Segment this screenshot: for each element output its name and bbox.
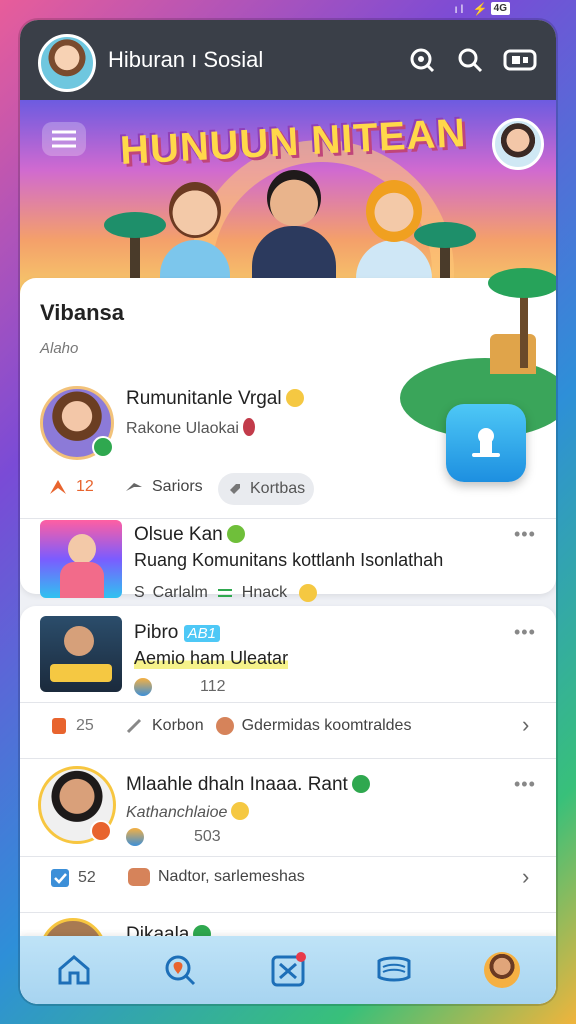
hero-banner: HUNUUN NITEAN bbox=[20, 100, 556, 300]
notification-badge bbox=[90, 820, 112, 842]
post-tag: AB1 bbox=[183, 625, 220, 642]
share-icon bbox=[126, 483, 142, 491]
more-options-icon[interactable]: ••• bbox=[514, 524, 536, 545]
games-icon[interactable] bbox=[268, 950, 308, 990]
person-emoji-icon bbox=[215, 717, 234, 735]
post-thumbnail[interactable] bbox=[40, 520, 122, 598]
meta-prefix: S bbox=[134, 584, 145, 601]
group-emoji-icon bbox=[128, 868, 150, 886]
emoji-icon bbox=[226, 525, 245, 543]
emoji-icon bbox=[242, 418, 255, 436]
app-logo-avatar[interactable] bbox=[38, 34, 96, 92]
create-post-button[interactable] bbox=[446, 404, 526, 482]
post-subtitle: Rakone Ulaokai bbox=[126, 420, 239, 437]
emoji-icon bbox=[231, 802, 250, 820]
emoji-icon bbox=[351, 775, 370, 793]
more-options-icon[interactable]: ••• bbox=[514, 622, 536, 643]
emoji-icon bbox=[285, 389, 304, 407]
menu-button[interactable] bbox=[42, 122, 86, 156]
post-author: Mlaahle dhaln Inaaa. Rant bbox=[126, 774, 348, 795]
post-meta: S Carlalm Hnack bbox=[134, 584, 318, 602]
video-icon[interactable] bbox=[502, 42, 538, 78]
verified-badge bbox=[92, 436, 114, 458]
chevron-right-icon[interactable]: › bbox=[522, 864, 529, 890]
like-count[interactable]: 12 bbox=[48, 478, 94, 496]
emoji-icon bbox=[299, 584, 318, 602]
post-thumbnail[interactable] bbox=[40, 616, 122, 692]
network-indicator: 4G bbox=[490, 2, 510, 15]
profile-avatar[interactable] bbox=[482, 950, 522, 990]
tag-chip[interactable]: Kortbas bbox=[218, 473, 314, 505]
target-icon[interactable] bbox=[404, 42, 440, 78]
divider bbox=[20, 518, 556, 519]
view-count: 503 bbox=[126, 828, 221, 846]
globe-icon bbox=[126, 828, 144, 846]
home-icon[interactable] bbox=[54, 950, 94, 990]
lines-icon bbox=[217, 589, 232, 597]
post-text: Ruang Komunitans kottlanh Isonlathah bbox=[134, 550, 444, 570]
globe-icon bbox=[134, 678, 152, 696]
app-title: Hiburan ı Sosial bbox=[108, 47, 264, 72]
tag-icon bbox=[230, 484, 240, 494]
like-count[interactable]: 25 bbox=[50, 716, 94, 736]
chevron-right-icon[interactable]: › bbox=[522, 712, 529, 738]
user-avatar[interactable] bbox=[492, 118, 544, 170]
app-screen: Hiburan ı Sosial HUNUUN NITEAN Vibansa A… bbox=[20, 20, 556, 1004]
divider bbox=[20, 912, 556, 913]
link-row[interactable]: Korbon Gdermidas koomtraldes bbox=[124, 716, 411, 736]
section-title: Vibansa bbox=[40, 300, 124, 325]
view-count: 112 bbox=[134, 678, 226, 696]
post-author: Rumunitanle Vrgal bbox=[126, 388, 282, 409]
like-count[interactable]: 52 bbox=[50, 868, 96, 888]
banner-title: HUNUUN NITEAN bbox=[119, 110, 468, 174]
more-options-icon[interactable]: ••• bbox=[514, 774, 536, 795]
post-author: Olsue Kan bbox=[134, 524, 223, 545]
flame-icon bbox=[50, 480, 66, 494]
post-author: Pibro bbox=[134, 622, 179, 643]
divider bbox=[20, 702, 556, 703]
section-subtitle: Alaho bbox=[40, 340, 79, 357]
post-subtitle: Kathanchlaioe bbox=[126, 804, 228, 821]
search-icon[interactable] bbox=[452, 42, 488, 78]
link-row[interactable]: Nadtor, sarlemeshas bbox=[124, 868, 305, 886]
share-button[interactable]: Sariors bbox=[124, 478, 203, 496]
status-bar: ıl ⚡ ⇅ 4G bbox=[0, 0, 576, 20]
flag-icon bbox=[52, 718, 66, 734]
bottom-nav bbox=[20, 936, 556, 1004]
post-text: Aemio ham Uleatar bbox=[134, 648, 289, 669]
check-icon bbox=[51, 869, 69, 887]
featured-card: Vibansa Alaho Rumunitanle Vrgal Rakone U… bbox=[20, 268, 556, 602]
wrench-icon bbox=[126, 718, 142, 734]
divider bbox=[20, 758, 556, 759]
app-bar: Hiburan ı Sosial bbox=[20, 20, 556, 100]
divider bbox=[20, 856, 556, 857]
location-search-icon[interactable] bbox=[160, 950, 200, 990]
messages-icon[interactable] bbox=[374, 950, 414, 990]
